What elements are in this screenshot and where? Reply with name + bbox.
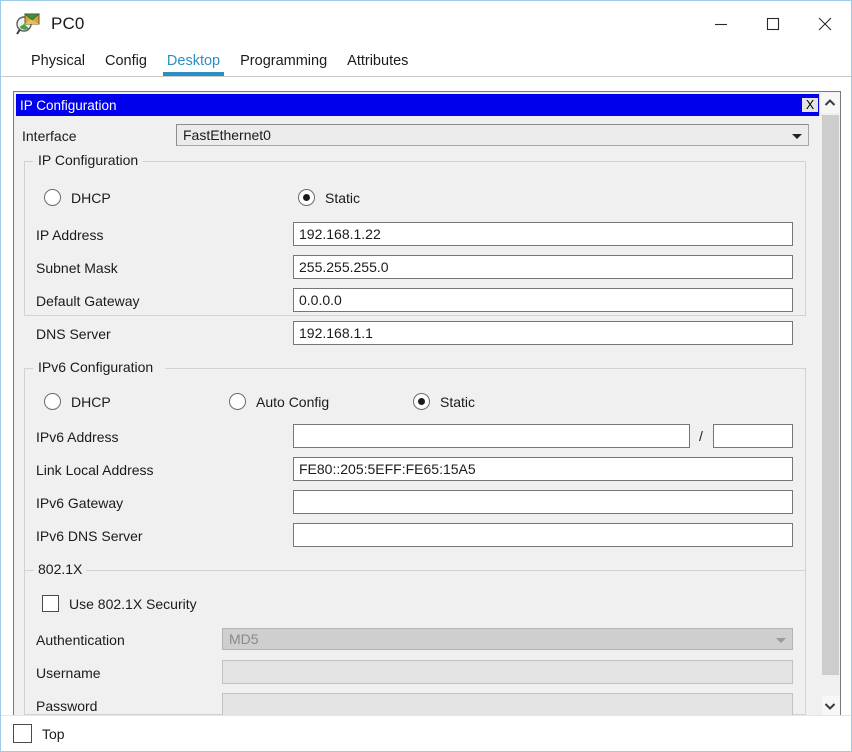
chevron-down-icon xyxy=(792,134,802,139)
ipv6-dhcp-radio[interactable]: DHCP xyxy=(44,393,111,410)
password-input[interactable] xyxy=(222,693,793,715)
use-dot1x-security-label: Use 802.1X Security xyxy=(69,595,197,612)
authentication-dropdown[interactable]: MD5 xyxy=(222,628,793,650)
ip-configuration-panel: Interface FastEthernet0 IP Configuration… xyxy=(16,116,822,715)
window-title-bar: PC0 xyxy=(1,1,851,47)
interface-dropdown-value: FastEthernet0 xyxy=(183,127,271,143)
ipv4-static-radio[interactable]: Static xyxy=(298,189,360,206)
radio-dot-icon xyxy=(229,393,246,410)
ipv6-dns-server-label: IPv6 DNS Server xyxy=(36,528,143,544)
ip-address-row: IP Address xyxy=(36,222,103,248)
tab-config[interactable]: Config xyxy=(95,53,157,76)
username-row: Username xyxy=(36,660,101,686)
scroll-up-icon[interactable] xyxy=(820,93,840,113)
password-row: Password xyxy=(36,693,98,715)
ip-address-label: IP Address xyxy=(36,227,104,243)
ipv6-gateway-row: IPv6 Gateway xyxy=(36,490,123,516)
username-label: Username xyxy=(36,665,101,681)
link-local-address-row: Link Local Address xyxy=(36,457,154,483)
ipv6-auto-config-label: Auto Config xyxy=(256,393,330,410)
radio-dot-selected-icon xyxy=(298,189,315,206)
desktop-content-area: IP Configuration X Interface FastEtherne… xyxy=(13,91,841,716)
interface-label: Interface xyxy=(22,128,77,144)
tab-programming[interactable]: Programming xyxy=(230,53,337,76)
ipv6-gateway-input[interactable] xyxy=(293,490,793,514)
subnet-mask-label: Subnet Mask xyxy=(36,260,118,276)
ipv6-address-input[interactable] xyxy=(293,424,690,448)
link-local-address-label: Link Local Address xyxy=(36,462,154,478)
subnet-mask-input[interactable]: 255.255.255.0 xyxy=(293,255,793,279)
pc-config-window: PC0 Physical Config Desktop Programming … xyxy=(0,0,852,752)
ipv6-prefix-separator: / xyxy=(699,428,703,444)
ip-address-input[interactable]: 192.168.1.22 xyxy=(293,222,793,246)
checkbox-icon xyxy=(13,724,32,743)
ipv6-address-label: IPv6 Address xyxy=(36,429,119,445)
dns-server-input[interactable]: 192.168.1.1 xyxy=(293,321,793,345)
radio-dot-selected-icon xyxy=(413,393,430,410)
ipv6-auto-config-radio[interactable]: Auto Config xyxy=(229,393,329,410)
maximize-button[interactable] xyxy=(747,1,799,47)
ip-configuration-close-button[interactable]: X xyxy=(800,96,820,114)
chevron-down-icon xyxy=(776,638,786,643)
window-title: PC0 xyxy=(51,14,85,33)
ipv6-address-row: IPv6 Address xyxy=(36,424,119,450)
default-gateway-row: Default Gateway xyxy=(36,288,140,314)
ipv6-gateway-label: IPv6 Gateway xyxy=(36,495,124,511)
checkbox-icon xyxy=(42,595,59,612)
ipv6-static-radio[interactable]: Static xyxy=(413,393,475,410)
default-gateway-label: Default Gateway xyxy=(36,293,140,309)
ipv6-static-label: Static xyxy=(440,393,476,410)
ipv4-dhcp-label: DHCP xyxy=(71,189,111,206)
close-button[interactable] xyxy=(799,1,851,47)
ipv4-group-title: IP Configuration xyxy=(34,152,143,168)
ipv4-static-label: Static xyxy=(325,189,361,206)
tab-attributes[interactable]: Attributes xyxy=(337,53,418,76)
link-local-address-input[interactable]: FE80::205:5EFF:FE65:15A5 xyxy=(293,457,793,481)
username-input[interactable] xyxy=(222,660,793,684)
interface-dropdown[interactable]: FastEthernet0 xyxy=(176,124,809,146)
authentication-label: Authentication xyxy=(36,632,125,648)
dns-server-row: DNS Server xyxy=(36,321,111,347)
authentication-row: Authentication xyxy=(36,627,125,653)
interface-row: Interface xyxy=(22,123,76,149)
default-gateway-input[interactable]: 0.0.0.0 xyxy=(293,288,793,312)
ipv6-dns-server-row: IPv6 DNS Server xyxy=(36,523,143,549)
tab-bar: Physical Config Desktop Programming Attr… xyxy=(1,47,851,77)
use-dot1x-security-checkbox[interactable]: Use 802.1X Security xyxy=(42,595,197,612)
ipv6-group-title: IPv6 Configuration xyxy=(34,359,158,375)
ipv6-dns-server-input[interactable] xyxy=(293,523,793,547)
top-checkbox[interactable]: Top xyxy=(13,724,65,743)
ip-configuration-caption: IP Configuration xyxy=(20,97,117,113)
vertical-scrollbar[interactable] xyxy=(819,93,840,715)
radio-dot-icon xyxy=(44,393,61,410)
top-label: Top xyxy=(42,725,65,742)
password-label: Password xyxy=(36,698,98,714)
authentication-dropdown-value: MD5 xyxy=(229,631,259,647)
ipv6-prefix-input[interactable] xyxy=(713,424,793,448)
bottom-bar: Top xyxy=(1,715,851,751)
window-controls xyxy=(695,1,851,47)
subnet-mask-row: Subnet Mask xyxy=(36,255,118,281)
ipv4-dhcp-radio[interactable]: DHCP xyxy=(44,189,111,206)
tab-desktop[interactable]: Desktop xyxy=(157,53,230,76)
dns-server-label: DNS Server xyxy=(36,326,111,342)
minimize-button[interactable] xyxy=(695,1,747,47)
tab-physical[interactable]: Physical xyxy=(21,53,95,76)
ip-configuration-caption-bar: IP Configuration X xyxy=(16,94,822,116)
ipv6-dhcp-label: DHCP xyxy=(71,393,111,410)
dot1x-group-title: 802.1X xyxy=(34,561,87,577)
radio-dot-icon xyxy=(44,189,61,206)
scroll-down-icon[interactable] xyxy=(820,696,840,715)
scrollbar-thumb[interactable] xyxy=(821,115,839,675)
pc-magnifier-icon xyxy=(15,10,43,38)
